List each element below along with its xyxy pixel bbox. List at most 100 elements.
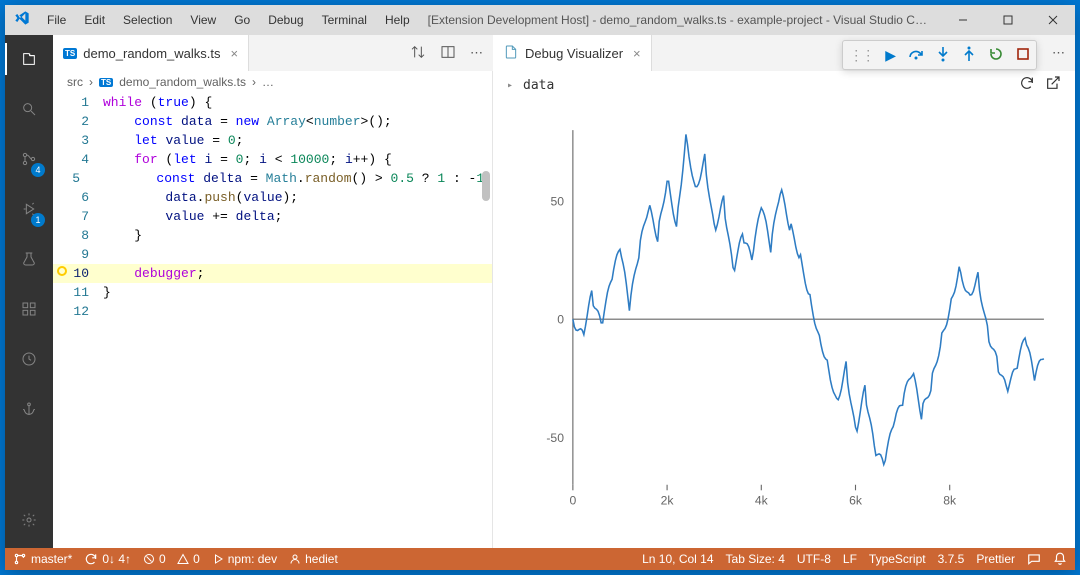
- tab-label: Debug Visualizer: [525, 46, 623, 61]
- compare-changes-icon[interactable]: [410, 44, 426, 63]
- prettier-status[interactable]: Prettier: [976, 552, 1015, 566]
- close-icon[interactable]: ×: [231, 46, 239, 61]
- scm-badge: 4: [31, 163, 45, 177]
- svg-text:4k: 4k: [755, 494, 769, 508]
- extensions-icon[interactable]: [5, 293, 53, 325]
- notifications-icon[interactable]: [1053, 552, 1067, 566]
- restart-icon[interactable]: [988, 46, 1004, 65]
- menu-debug[interactable]: Debug: [260, 13, 311, 27]
- pop-out-icon[interactable]: [1045, 75, 1061, 95]
- code-line[interactable]: 1while (true) {: [53, 93, 492, 112]
- status-bar: master* 0↓ 4↑ 0 0 npm: dev hediet Ln 10,…: [5, 548, 1075, 570]
- tab-size[interactable]: Tab Size: 4: [726, 552, 785, 566]
- chart-area: -50 0 50 0 2k 4k 6k 8k: [523, 109, 1055, 528]
- vscode-logo-icon: [5, 10, 39, 30]
- more-actions-icon[interactable]: ⋯: [470, 45, 483, 61]
- expander-icon[interactable]: ▸: [507, 80, 513, 91]
- debug-toolbar[interactable]: ⋮⋮ ▶: [842, 40, 1037, 70]
- refresh-icon[interactable]: [1019, 75, 1035, 95]
- code-editor[interactable]: 1while (true) {2 const data = new Array<…: [53, 93, 492, 548]
- menu-go[interactable]: Go: [226, 13, 258, 27]
- editor-area: TS demo_random_walks.ts × ⋯ Debug Visual…: [53, 35, 1075, 548]
- tab-demo-random-walks[interactable]: TS demo_random_walks.ts ×: [53, 35, 249, 71]
- code-line[interactable]: 5 const delta = Math.random() > 0.5 ? 1 …: [53, 169, 492, 188]
- code-line[interactable]: 11}: [53, 283, 492, 302]
- eol[interactable]: LF: [843, 552, 857, 566]
- menu-edit[interactable]: Edit: [76, 13, 113, 27]
- svg-text:0: 0: [557, 313, 564, 327]
- debug-visualizer-pane: ▸ data -50 0 50 0 2k 4k 6k 8k: [493, 71, 1075, 548]
- encoding[interactable]: UTF-8: [797, 552, 831, 566]
- breadcrumb[interactable]: src › TS demo_random_walks.ts › …: [53, 71, 492, 93]
- explorer-icon[interactable]: [5, 43, 53, 75]
- code-line[interactable]: 3 let value = 0;: [53, 131, 492, 150]
- step-into-icon[interactable]: [936, 46, 950, 65]
- source-control-icon[interactable]: 4: [5, 143, 53, 175]
- typescript-file-icon: TS: [63, 48, 77, 59]
- problems-status[interactable]: 0 0: [143, 552, 200, 566]
- feedback-icon[interactable]: [1027, 552, 1041, 566]
- task-status[interactable]: npm: dev: [212, 552, 277, 566]
- window-title: [Extension Development Host] - demo_rand…: [418, 13, 940, 27]
- breakpoint-icon[interactable]: [57, 266, 67, 276]
- editor-group-actions-right: ⋯: [1042, 45, 1075, 61]
- history-icon[interactable]: [5, 343, 53, 375]
- testing-icon[interactable]: [5, 243, 53, 275]
- drag-handle-icon[interactable]: ⋮⋮: [849, 47, 873, 64]
- svg-text:0: 0: [569, 494, 576, 508]
- cursor-position[interactable]: Ln 10, Col 14: [642, 552, 713, 566]
- anchor-icon[interactable]: [5, 393, 53, 425]
- stop-icon[interactable]: [1016, 47, 1030, 64]
- svg-text:50: 50: [550, 194, 564, 208]
- continue-icon[interactable]: ▶: [885, 47, 896, 64]
- line-chart: -50 0 50 0 2k 4k 6k 8k: [523, 109, 1055, 528]
- code-line[interactable]: 12: [53, 302, 492, 321]
- menu-help[interactable]: Help: [377, 13, 418, 27]
- menu-view[interactable]: View: [182, 13, 224, 27]
- step-out-icon[interactable]: [962, 46, 976, 65]
- minimize-button[interactable]: [940, 5, 985, 35]
- breadcrumb-folder: src: [67, 75, 83, 89]
- close-icon[interactable]: ×: [633, 46, 641, 61]
- code-line[interactable]: 9: [53, 245, 492, 264]
- split-editor-icon[interactable]: [440, 44, 456, 63]
- code-line[interactable]: 10 debugger;: [53, 264, 492, 283]
- visualizer-expression[interactable]: data: [523, 78, 554, 93]
- run-debug-icon[interactable]: 1: [5, 193, 53, 225]
- breadcrumb-more: …: [262, 75, 274, 89]
- code-line[interactable]: 8 }: [53, 226, 492, 245]
- tab-debug-visualizer[interactable]: Debug Visualizer ×: [493, 35, 652, 71]
- svg-text:2k: 2k: [661, 494, 675, 508]
- maximize-button[interactable]: [985, 5, 1030, 35]
- git-branch[interactable]: master*: [13, 552, 72, 566]
- code-line[interactable]: 4 for (let i = 0; i < 10000; i++) {: [53, 150, 492, 169]
- activity-bar: 4 1: [5, 35, 53, 548]
- code-line[interactable]: 2 const data = new Array<number>();: [53, 112, 492, 131]
- menu-file[interactable]: File: [39, 13, 74, 27]
- language-mode[interactable]: TypeScript: [869, 552, 926, 566]
- svg-text:8k: 8k: [943, 494, 957, 508]
- vscode-window: FileEditSelectionViewGoDebugTerminalHelp…: [5, 5, 1075, 570]
- ts-version[interactable]: 3.7.5: [938, 552, 965, 566]
- more-actions-icon[interactable]: ⋯: [1052, 45, 1065, 61]
- step-over-icon[interactable]: [908, 47, 924, 64]
- menu-selection[interactable]: Selection: [115, 13, 180, 27]
- menu-terminal[interactable]: Terminal: [314, 13, 375, 27]
- liveshare-status[interactable]: hediet: [289, 552, 338, 566]
- debug-badge: 1: [31, 213, 45, 227]
- visualizer-header: ▸ data: [493, 71, 1075, 99]
- close-button[interactable]: [1030, 5, 1075, 35]
- svg-text:-50: -50: [546, 431, 564, 445]
- code-line[interactable]: 6 data.push(value);: [53, 188, 492, 207]
- typescript-file-icon: TS: [99, 78, 113, 87]
- code-editor-pane: src › TS demo_random_walks.ts › … 1while…: [53, 71, 493, 548]
- code-line[interactable]: 7 value += delta;: [53, 207, 492, 226]
- sync-status[interactable]: 0↓ 4↑: [84, 552, 131, 566]
- settings-gear-icon[interactable]: [5, 504, 53, 536]
- editor-group-actions: ⋯: [400, 44, 493, 63]
- minimap-scrollbar[interactable]: [482, 171, 490, 201]
- svg-text:6k: 6k: [849, 494, 863, 508]
- breadcrumb-file: demo_random_walks.ts: [119, 75, 246, 89]
- search-icon[interactable]: [5, 93, 53, 125]
- menu-bar: FileEditSelectionViewGoDebugTerminalHelp: [39, 13, 418, 27]
